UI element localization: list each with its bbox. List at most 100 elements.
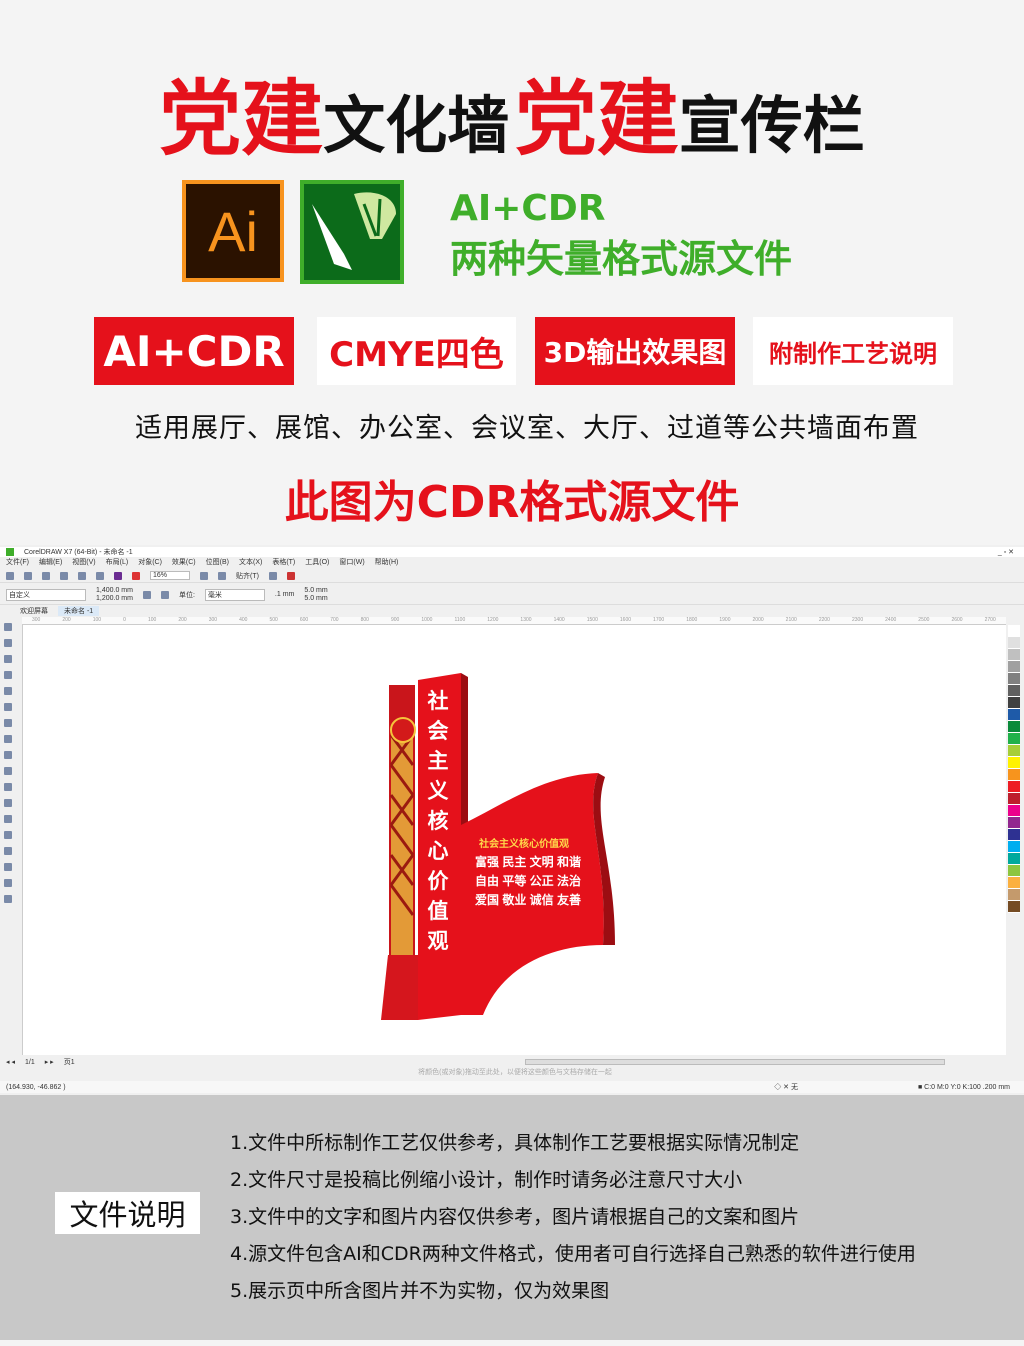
note-item: 4.源文件包含AI和CDR两种文件格式，使用者可自行选择自己熟悉的软件进行使用 (230, 1243, 916, 1265)
palette-swatch[interactable] (1008, 685, 1020, 697)
palette-swatch[interactable] (1008, 793, 1020, 805)
menu-item[interactable]: 位图(B) (206, 557, 229, 567)
ruler-tick-label: 1400 (553, 617, 565, 623)
horizontal-scrollbar[interactable] (524, 1059, 945, 1065)
snap-menu[interactable]: 贴齐(T) (236, 571, 259, 581)
page-nav-arrows[interactable]: ◂ ◂ (6, 1058, 15, 1066)
menu-item[interactable]: 帮助(H) (375, 557, 399, 567)
menu-item[interactable]: 视图(V) (72, 557, 95, 567)
palette-swatch[interactable] (1008, 769, 1020, 781)
page-nav-next[interactable]: ▸ ▸ (45, 1058, 54, 1066)
tool-icon[interactable] (4, 879, 12, 887)
tool-icon[interactable] (4, 751, 12, 759)
tool-icon[interactable] (4, 687, 12, 695)
page-tab[interactable]: 页1 (64, 1057, 75, 1067)
tool-icon[interactable] (4, 719, 12, 727)
window-controls[interactable]: _ ▫ ✕ (998, 548, 1024, 556)
palette-swatch[interactable] (1008, 709, 1020, 721)
palette-swatch[interactable] (1008, 829, 1020, 841)
palette-swatch[interactable] (1008, 637, 1020, 649)
new-icon[interactable] (6, 571, 14, 580)
menu-item[interactable]: 工具(O) (305, 557, 329, 567)
menu-item[interactable]: 编辑(E) (39, 557, 62, 567)
launch-icon[interactable] (286, 571, 295, 580)
print-icon[interactable] (60, 571, 68, 580)
palette-swatch[interactable] (1008, 649, 1020, 661)
palette-swatch[interactable] (1008, 841, 1020, 853)
palette-swatch[interactable] (1008, 901, 1020, 913)
menu-item[interactable]: 布局(L) (106, 557, 129, 567)
tool-icon[interactable] (4, 623, 12, 631)
headline-red-1: 党建 (159, 72, 324, 167)
tool-icon[interactable] (4, 767, 12, 775)
tool-icon[interactable] (4, 639, 12, 647)
tool-icon[interactable] (4, 847, 12, 855)
menu-item[interactable]: 文本(X) (239, 557, 262, 567)
tool-icon[interactable] (4, 863, 12, 871)
palette-swatch[interactable] (1008, 661, 1020, 673)
palette-swatch[interactable] (1008, 817, 1020, 829)
page-width-field[interactable]: 1,400.0 mm (96, 587, 133, 595)
palette-swatch[interactable] (1008, 889, 1020, 901)
tab-welcome[interactable]: 欢迎屏幕 (20, 606, 48, 616)
units-select[interactable]: 毫米 (204, 588, 265, 601)
tool-icon[interactable] (4, 735, 12, 743)
undo-icon[interactable] (78, 571, 86, 580)
export-icon[interactable] (132, 571, 140, 580)
sign-values-line: 富强 民主 文明 和谐 (475, 855, 582, 869)
color-palette[interactable] (1008, 625, 1020, 1045)
open-icon[interactable] (24, 571, 32, 580)
zoom-select[interactable]: 16% (150, 571, 190, 580)
ai-logo-text: Ai (208, 199, 258, 263)
palette-swatch[interactable] (1008, 865, 1020, 877)
page-size-select[interactable]: 自定义 (6, 588, 86, 601)
redo-icon[interactable] (96, 571, 104, 580)
duplicate-y-field[interactable]: 5.0 mm (304, 595, 327, 603)
palette-swatch[interactable] (1008, 745, 1020, 757)
palette-swatch[interactable] (1008, 673, 1020, 685)
save-icon[interactable] (42, 571, 50, 580)
menu-item[interactable]: 窗口(W) (339, 557, 364, 567)
palette-swatch[interactable] (1008, 757, 1020, 769)
rulers-icon[interactable] (218, 571, 226, 580)
horizontal-ruler: 300 200 100 0 100 200 300 400 500 600 700 800 900 100… (22, 617, 1006, 625)
fullscreen-icon[interactable] (200, 571, 208, 580)
tool-icon[interactable] (4, 783, 12, 791)
options-icon[interactable] (268, 571, 277, 580)
property-bar: 自定义 1,400.0 mm 1,200.0 mm 单位: 毫米 .1 mm 5.… (0, 585, 1024, 605)
menu-item[interactable]: 表格(T) (272, 557, 295, 567)
palette-swatch[interactable] (1008, 805, 1020, 817)
palette-swatch[interactable] (1008, 781, 1020, 793)
palette-swatch[interactable] (1008, 697, 1020, 709)
import-icon[interactable] (114, 571, 122, 580)
duplicate-x-field[interactable]: 5.0 mm (304, 587, 327, 595)
tool-icon[interactable] (4, 815, 12, 823)
title-bar: CorelDRAW X7 (64-Bit) - 未命名 -1 _ ▫ ✕ (0, 547, 1024, 557)
tool-icon[interactable] (4, 671, 12, 679)
palette-swatch[interactable] (1008, 877, 1020, 889)
ruler-tick-label: 900 (390, 617, 400, 623)
nudge-field[interactable]: .1 mm (275, 591, 294, 598)
tool-icon[interactable] (4, 703, 12, 711)
tool-icon[interactable] (4, 799, 12, 807)
drawing-canvas[interactable]: 社会主义核心价值观 社会主义核心价值观 富强 民主 文明 和谐 自由 平等 公正… (22, 625, 1006, 1055)
headline: 党建文化墙 党建宣传栏 (0, 52, 1024, 171)
menu-item[interactable]: 效果(C) (172, 557, 196, 567)
status-bar: (164.930, -46.862 ) ◇ ✕ 无 ■ C:0 M:0 Y:0 … (0, 1081, 1024, 1093)
portrait-icon[interactable] (142, 590, 151, 599)
badge-cmyk: CMYE四色 (317, 317, 516, 385)
tool-icon[interactable] (4, 831, 12, 839)
ruler-tick-label: 1800 (686, 617, 698, 623)
menu-item[interactable]: 对象(C) (138, 557, 162, 567)
menu-item[interactable]: 文件(F) (6, 557, 29, 567)
sign-panel-title: 社会主义核心价值观 (479, 839, 569, 850)
page-height-field[interactable]: 1,200.0 mm (96, 595, 133, 603)
landscape-icon[interactable] (160, 590, 169, 599)
palette-swatch[interactable] (1008, 733, 1020, 745)
tool-icon[interactable] (4, 655, 12, 663)
palette-swatch[interactable] (1008, 853, 1020, 865)
tab-untitled[interactable]: 未命名 -1 (58, 606, 100, 616)
tool-icon[interactable] (4, 895, 12, 903)
palette-swatch[interactable] (1008, 625, 1020, 637)
palette-swatch[interactable] (1008, 721, 1020, 733)
